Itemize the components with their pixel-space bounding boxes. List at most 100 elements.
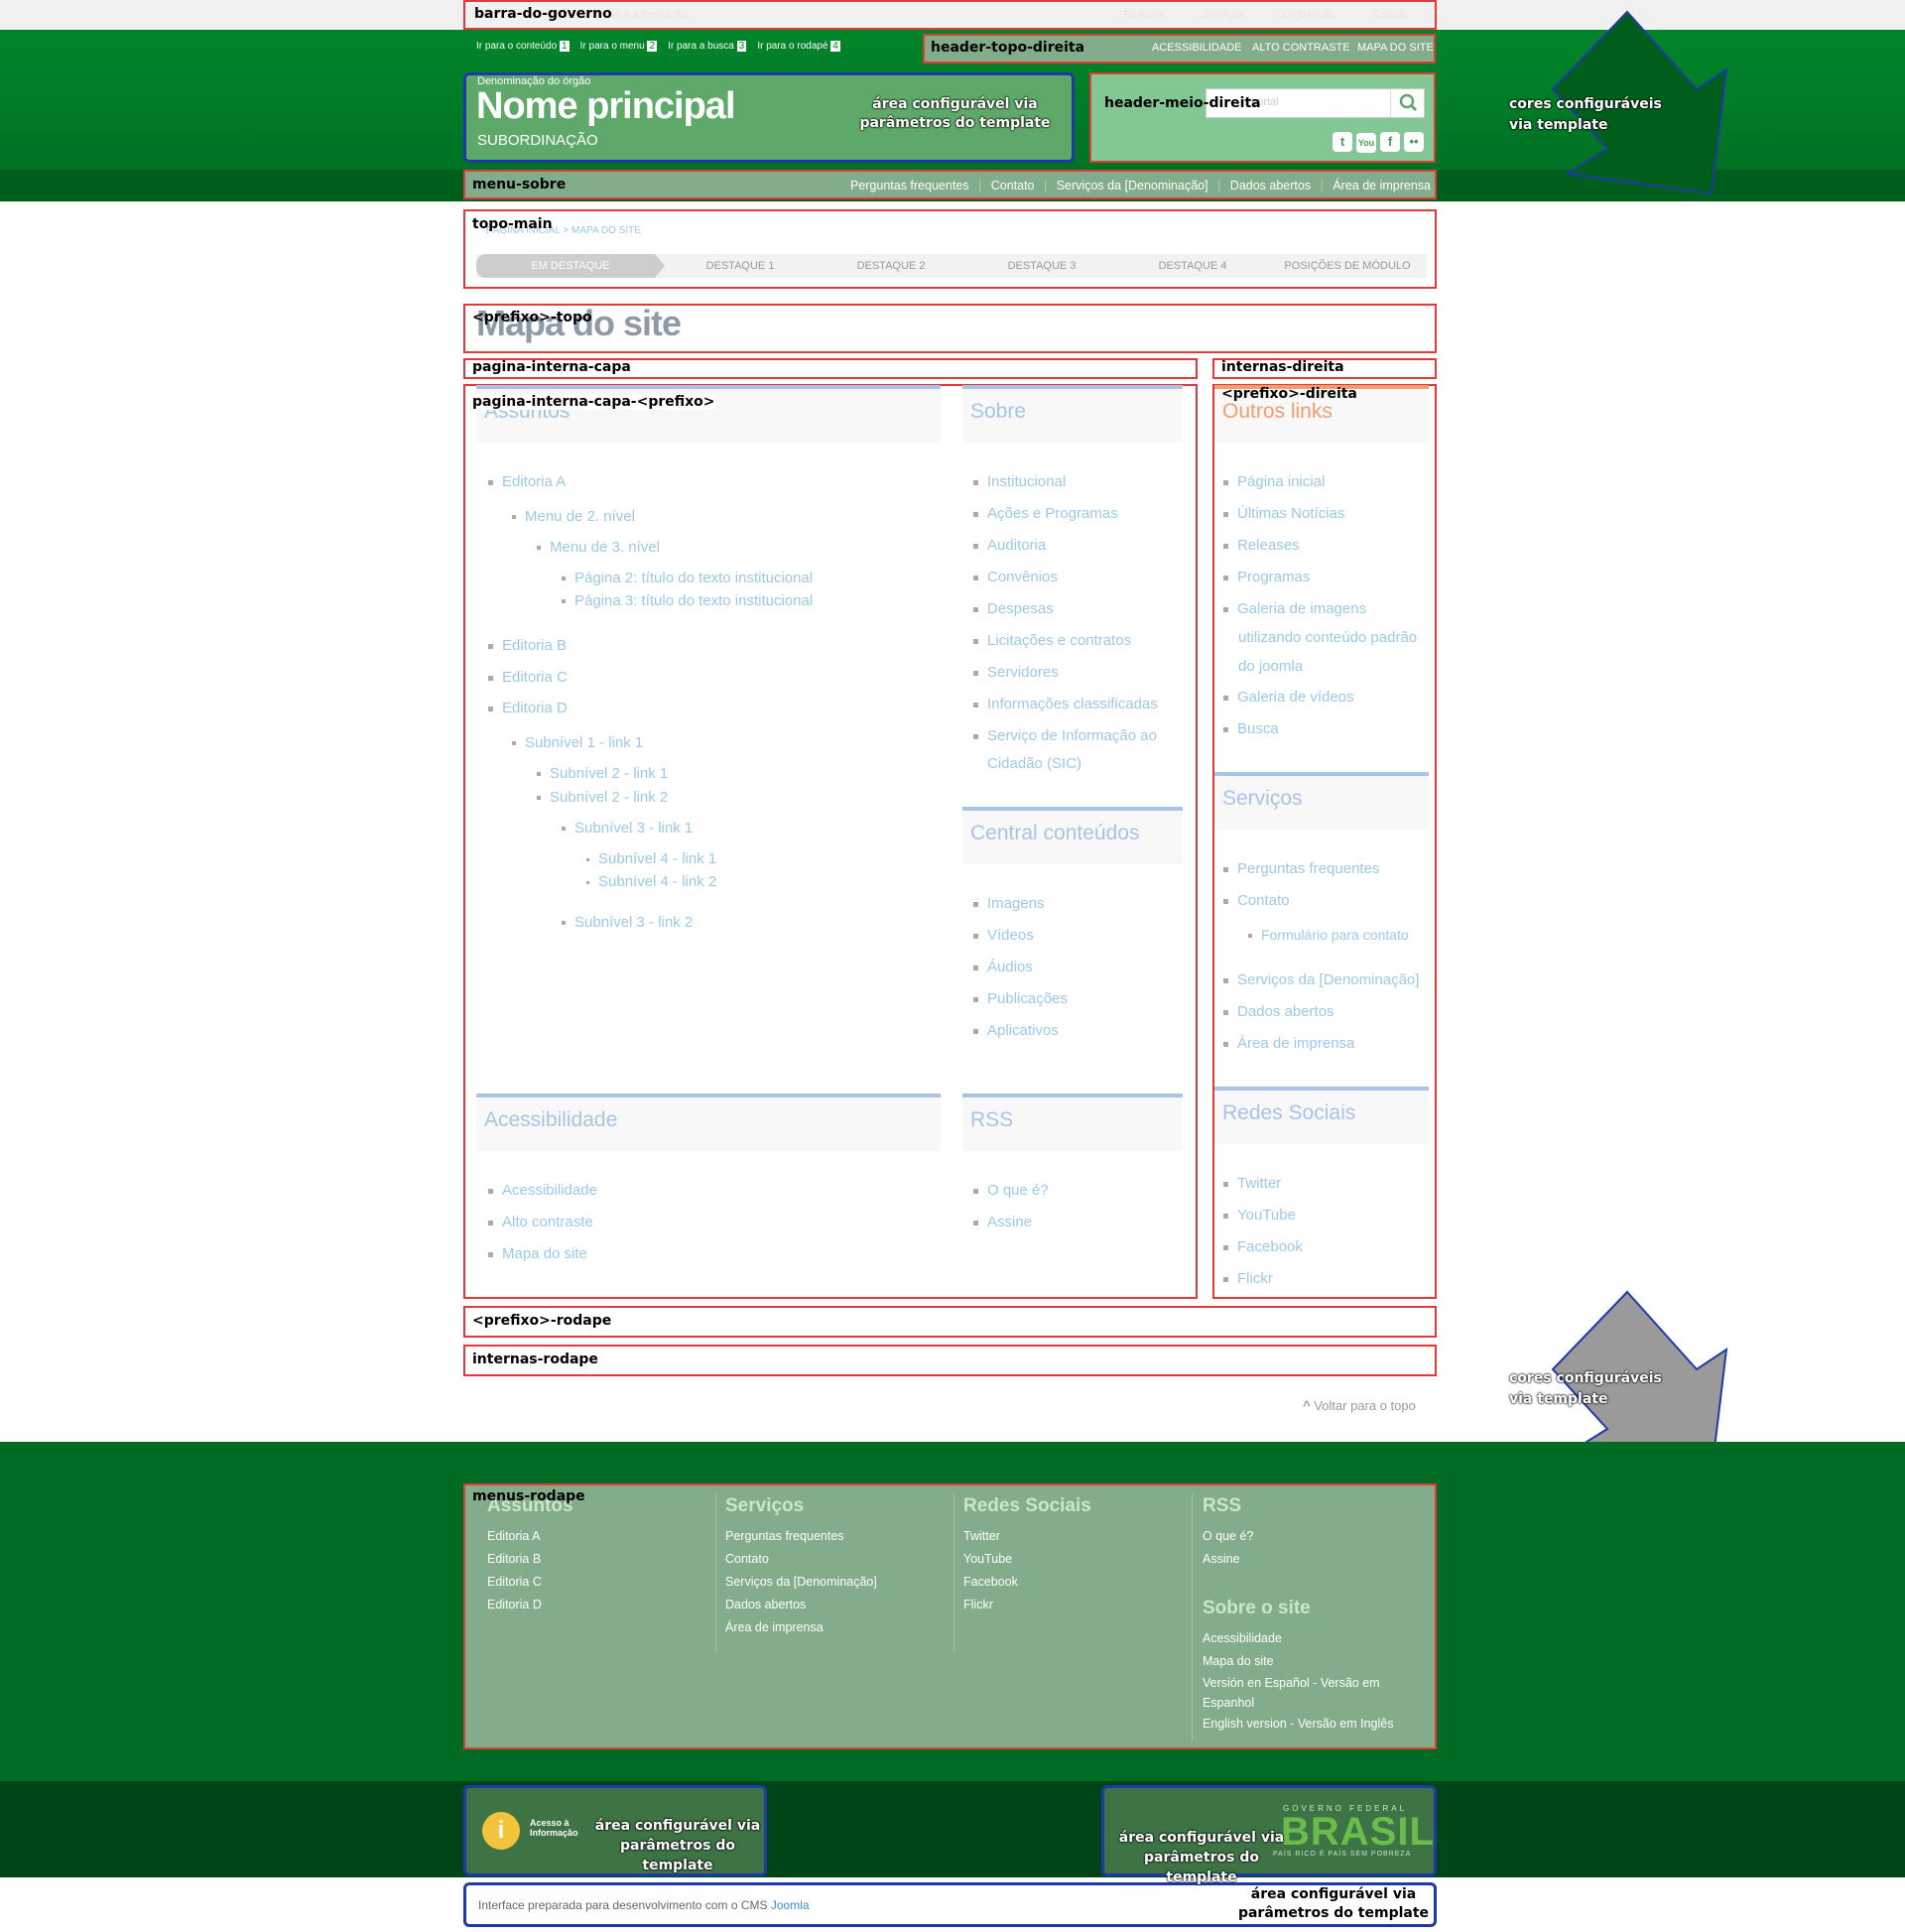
back-to-top-link[interactable]: ^ Voltar para o topo	[1303, 1398, 1416, 1413]
footer-link[interactable]: Acessibilidade	[1203, 1627, 1426, 1650]
flickr-icon[interactable]: ••	[1404, 132, 1424, 152]
list-item[interactable]: Aplicativos	[973, 1022, 1059, 1039]
list-item[interactable]: Programas	[1223, 569, 1310, 585]
list-item[interactable]: Despesas	[973, 600, 1054, 617]
twitter-icon[interactable]: t	[1333, 132, 1352, 152]
list-item-continuation[interactable]: do joomla	[1238, 658, 1303, 675]
footer-link[interactable]: Perguntas frequentes	[725, 1525, 944, 1548]
list-item[interactable]: Editoria A	[488, 473, 566, 490]
footer-link[interactable]: Flickr	[963, 1594, 1182, 1616]
footer-link[interactable]: Editoria D	[487, 1594, 705, 1616]
footer-link[interactable]: Dados abertos	[725, 1594, 944, 1616]
joomla-link[interactable]: Joomla	[771, 1898, 810, 1912]
list-item[interactable]: Últimas Notícias	[1223, 505, 1344, 522]
list-item[interactable]: Página 3: título do texto institucional	[562, 592, 813, 609]
footer-link[interactable]: Contato	[725, 1548, 944, 1571]
footer-link[interactable]: Serviços da [Denominação]	[725, 1571, 944, 1594]
list-item[interactable]: Subnível 3 - link 1	[562, 820, 693, 837]
menu-dados-abertos[interactable]: Dados abertos	[1230, 179, 1311, 193]
footer-link[interactable]: Editoria B	[487, 1548, 705, 1571]
footer-link[interactable]: Espanhol	[1203, 1693, 1426, 1713]
list-item[interactable]: Busca	[1223, 720, 1279, 737]
tab-destaque-1[interactable]: DESTAQUE 1	[665, 254, 816, 278]
list-item[interactable]: Twitter	[1223, 1175, 1281, 1192]
list-item[interactable]: Licitações e contratos	[973, 632, 1131, 649]
footer-link[interactable]: Editoria C	[487, 1571, 705, 1594]
list-item[interactable]: Áudios	[973, 959, 1033, 975]
list-item[interactable]: Subnível 4 - link 1	[586, 850, 716, 867]
list-item[interactable]: Contato	[1223, 892, 1290, 909]
list-item[interactable]: Galeria de vídeos	[1223, 689, 1354, 706]
footer-link[interactable]: Twitter	[963, 1525, 1182, 1548]
list-item[interactable]: Ações e Programas	[973, 505, 1118, 522]
list-item[interactable]: Facebook	[1223, 1238, 1303, 1255]
skip-menu[interactable]: Ir para o menu	[580, 41, 645, 52]
list-item[interactable]: Página inicial	[1223, 473, 1325, 490]
list-item[interactable]: Assine	[973, 1214, 1032, 1230]
list-item[interactable]: Dados abertos	[1223, 1003, 1334, 1020]
tab-destaque-3[interactable]: DESTAQUE 3	[966, 254, 1117, 278]
menu-faq[interactable]: Perguntas frequentes	[850, 179, 969, 193]
brasil-block[interactable]: GOVERNO FEDERAL BRASIL PAÍS RICO É PAÍS …	[1101, 1785, 1437, 1885]
list-item[interactable]: YouTube	[1223, 1207, 1296, 1224]
list-item[interactable]: Convênios	[973, 569, 1058, 585]
youtube-icon[interactable]: You	[1356, 133, 1376, 153]
tab-destaque-4[interactable]: DESTAQUE 4	[1117, 254, 1268, 278]
site-main-name[interactable]: Nome principal	[476, 85, 735, 128]
list-item[interactable]: Vídeos	[973, 927, 1034, 944]
footer-link[interactable]: Assine	[1203, 1548, 1426, 1571]
list-item[interactable]: Galeria de imagens	[1223, 600, 1366, 617]
list-item[interactable]: Institucional	[973, 473, 1066, 490]
tab-em-destaque[interactable]: EM DESTAQUE	[476, 254, 665, 278]
list-item[interactable]: Serviços da [Denominação]	[1223, 971, 1419, 988]
skip-search[interactable]: Ir para a busca	[668, 41, 734, 52]
footer-link[interactable]: Facebook	[963, 1571, 1182, 1594]
list-item[interactable]: Informações classificadas	[973, 696, 1158, 712]
accessibility-link[interactable]: ACESSIBILIDADE	[1152, 42, 1241, 54]
list-item[interactable]: Auditoria	[973, 537, 1046, 554]
list-item[interactable]: Área de imprensa	[1223, 1035, 1354, 1052]
list-item[interactable]: Releases	[1223, 537, 1300, 554]
facebook-icon[interactable]: f	[1380, 132, 1400, 152]
list-item[interactable]: O que é?	[973, 1182, 1049, 1199]
list-item[interactable]: Editoria C	[488, 669, 568, 686]
list-item[interactable]: Alto contraste	[488, 1214, 593, 1230]
list-item-continuation[interactable]: Cidadão (SIC)	[987, 755, 1081, 772]
skip-footer[interactable]: Ir para o rodapé	[757, 41, 827, 52]
list-item[interactable]: Editoria D	[488, 700, 568, 716]
footer-link[interactable]: Mapa do site	[1203, 1650, 1426, 1673]
list-item[interactable]: Subnível 1 - link 1	[512, 734, 643, 751]
list-item[interactable]: Menu de 2. nível	[512, 508, 635, 525]
list-item[interactable]: Formulário para contato	[1248, 927, 1409, 943]
footer-link[interactable]: English version - Versão em Inglês	[1203, 1713, 1426, 1736]
list-item[interactable]: Mapa do site	[488, 1245, 587, 1262]
tab-destaque-2[interactable]: DESTAQUE 2	[816, 254, 966, 278]
list-item-continuation[interactable]: utilizando conteúdo padrão	[1238, 629, 1417, 646]
search-button[interactable]	[1390, 89, 1424, 117]
footer-link[interactable]: YouTube	[963, 1548, 1182, 1571]
list-item[interactable]: Menu de 3. nível	[537, 539, 660, 556]
list-item[interactable]: Subnível 2 - link 2	[537, 789, 668, 806]
list-item[interactable]: Publicações	[973, 990, 1068, 1007]
list-item[interactable]: Serviço de Informação ao	[973, 727, 1157, 744]
high-contrast-link[interactable]: ALTO CONTRASTE	[1252, 42, 1350, 54]
footer-link[interactable]: Área de imprensa	[725, 1616, 944, 1639]
menu-servicos[interactable]: Serviços da [Denominação]	[1057, 179, 1208, 193]
list-item[interactable]: Editoria B	[488, 637, 567, 654]
list-item[interactable]: Subnível 4 - link 2	[586, 873, 716, 890]
footer-link[interactable]: Versión en Español - Versão em	[1203, 1673, 1426, 1693]
menu-contato[interactable]: Contato	[991, 179, 1035, 193]
tab-posicoes[interactable]: POSIÇÕES DE MÓDULO	[1268, 254, 1427, 278]
acesso-info-block[interactable]: i Acesso à Informação área configurável …	[463, 1785, 767, 1876]
list-item[interactable]: Página 2: título do texto institucional	[562, 570, 813, 586]
list-item[interactable]: Flickr	[1223, 1270, 1273, 1287]
list-item[interactable]: Subnível 2 - link 1	[537, 765, 668, 782]
menu-imprensa[interactable]: Área de imprensa	[1333, 179, 1431, 193]
list-item[interactable]: Servidores	[973, 664, 1059, 681]
list-item[interactable]: Subnível 3 - link 2	[562, 914, 693, 931]
list-item[interactable]: Imagens	[973, 895, 1045, 912]
skip-content[interactable]: Ir para o conteúdo	[476, 41, 557, 52]
list-item[interactable]: Perguntas frequentes	[1223, 860, 1379, 877]
footer-link[interactable]: O que é?	[1203, 1525, 1426, 1548]
list-item[interactable]: Acessibilidade	[488, 1182, 597, 1199]
